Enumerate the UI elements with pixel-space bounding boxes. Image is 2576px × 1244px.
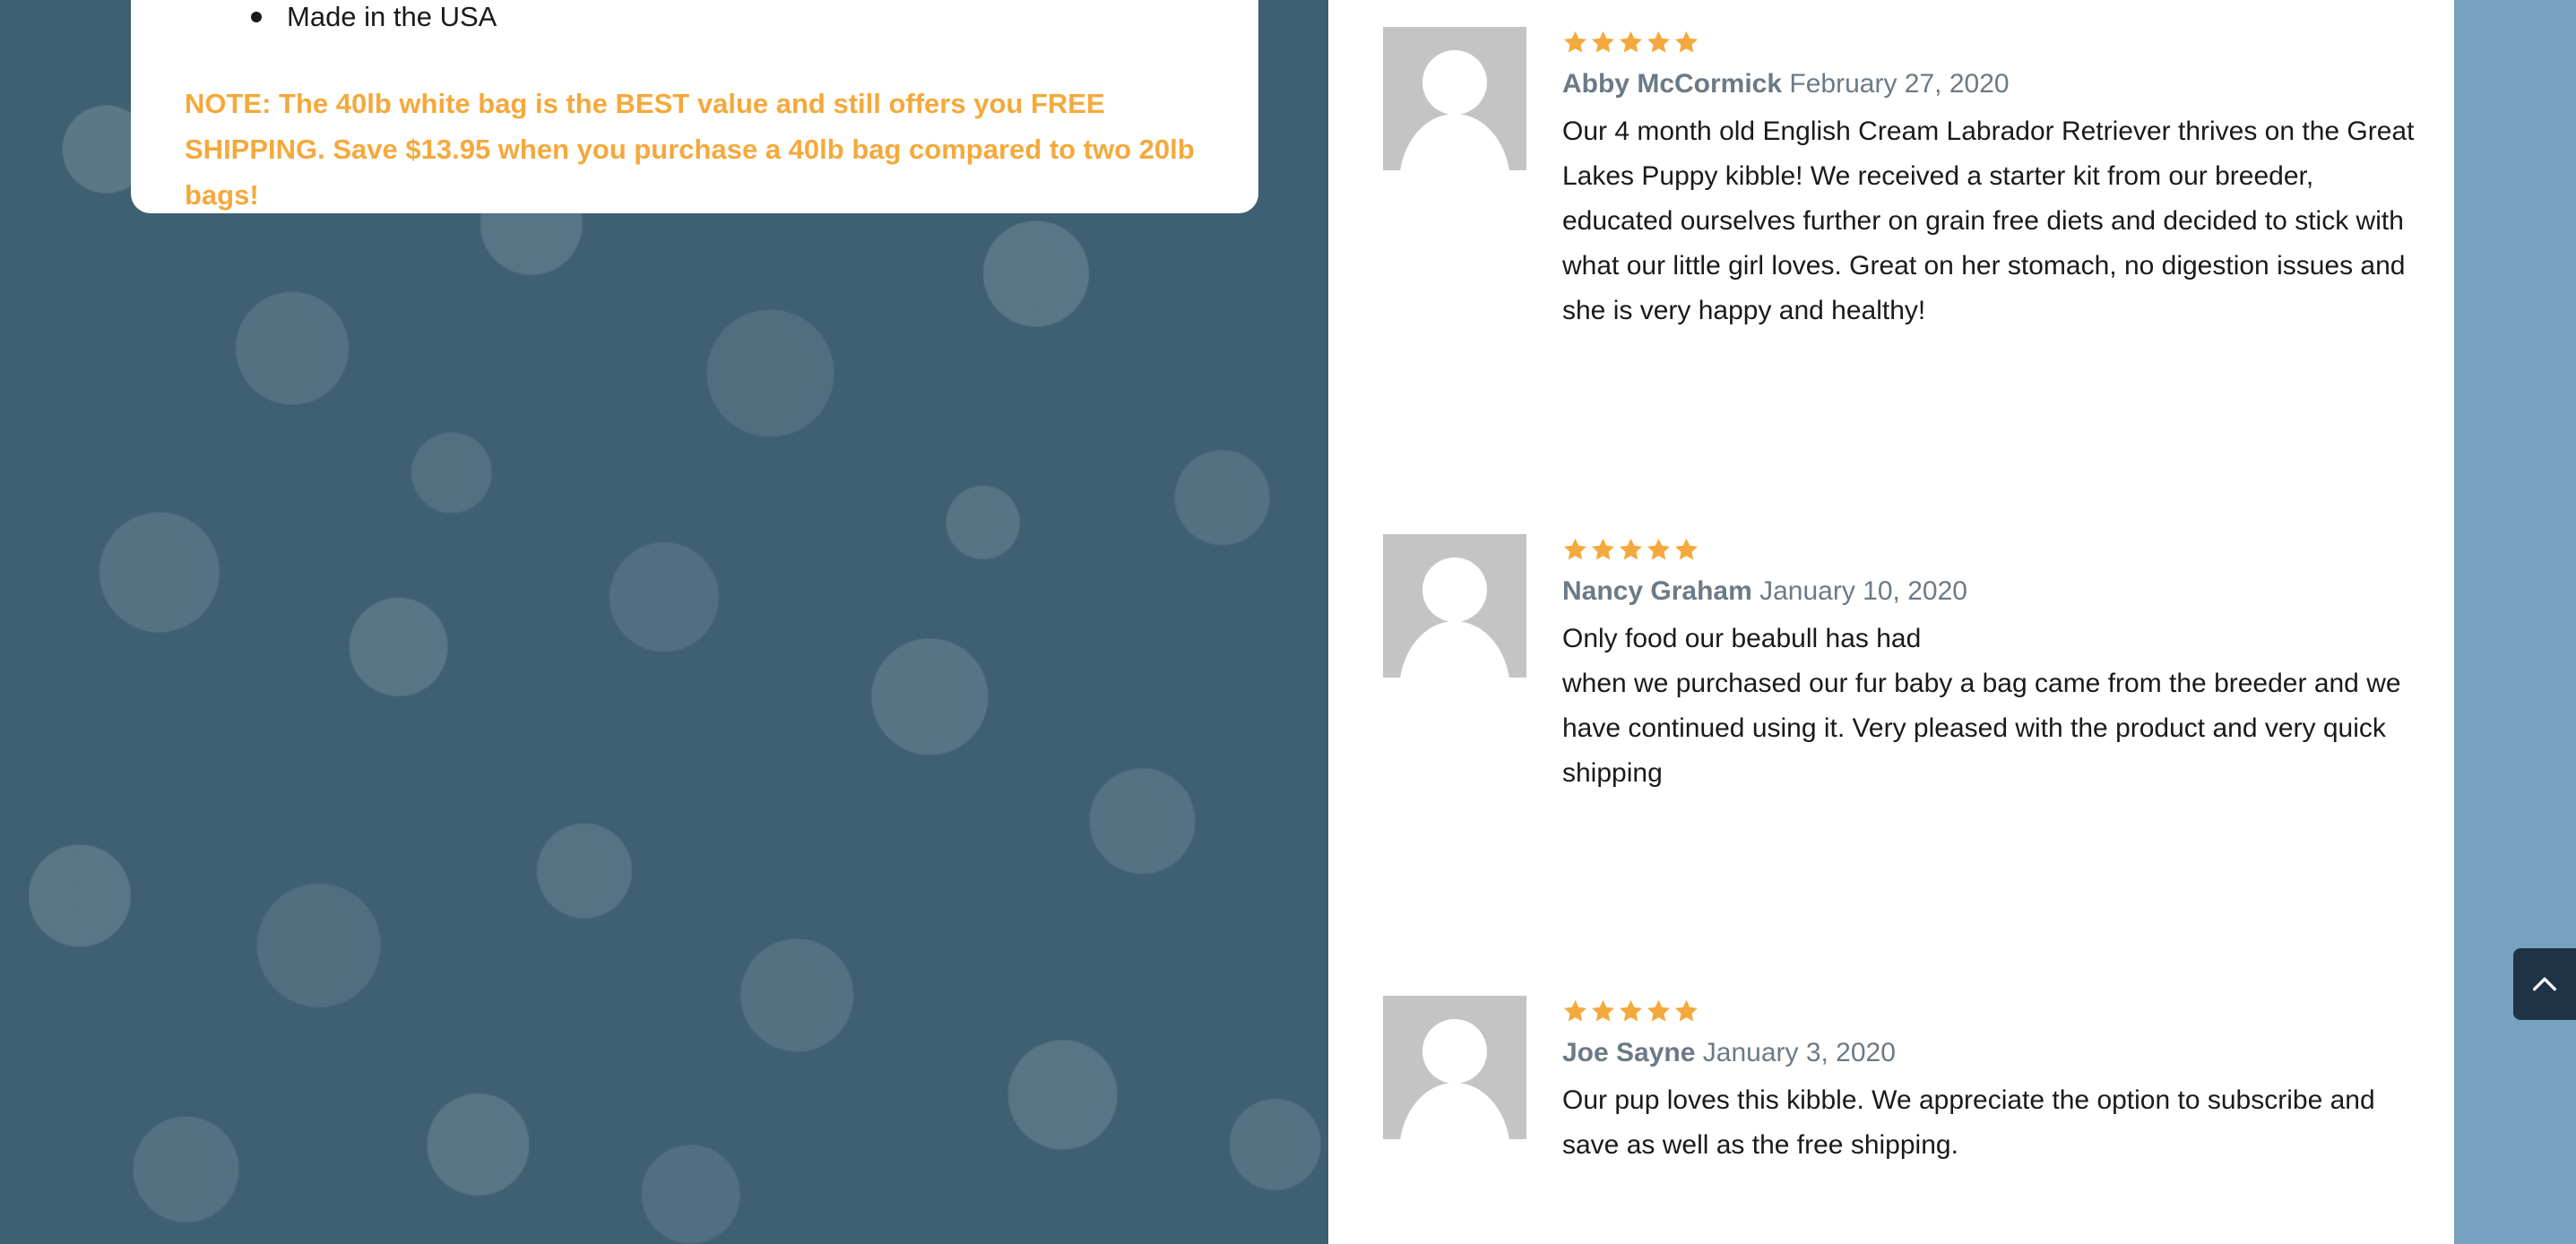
review-text: Our pup loves this kibble. We appreciate…	[1562, 1085, 2375, 1160]
review-meta: Abby McCormick February 27, 2020	[1562, 66, 2423, 102]
feature-text: Made in the USA	[287, 1, 497, 32]
star-icon	[1564, 538, 1586, 559]
review-meta: Nancy Graham January 10, 2020	[1562, 574, 2423, 609]
star-icon	[1647, 30, 1670, 52]
star-rating	[1562, 534, 2423, 565]
chevron-up-icon	[2532, 977, 2557, 991]
star-rating	[1562, 27, 2423, 57]
review-text-body: when we purchased our fur baby a bag cam…	[1562, 669, 2401, 788]
star-icon	[1620, 538, 1642, 559]
star-rating	[1562, 996, 2423, 1026]
star-icon	[1675, 999, 1698, 1021]
review-author: Abby McCormick	[1562, 69, 1783, 99]
avatar	[1383, 27, 1526, 170]
star-icon	[1592, 30, 1614, 52]
review-text: Our 4 month old English Cream Labrador R…	[1562, 117, 2415, 325]
review-body: Abby McCormick February 27, 2020 Our 4 m…	[1562, 27, 2423, 333]
review-text: Only food our beabull has had when we pu…	[1562, 617, 2423, 796]
back-to-top-button[interactable]	[2513, 948, 2576, 1020]
star-icon	[1564, 30, 1586, 52]
review-author: Nancy Graham	[1562, 576, 1752, 606]
default-avatar-icon	[1400, 50, 1509, 170]
default-avatar-icon	[1400, 1019, 1509, 1139]
review-text-line: Only food our beabull has had	[1562, 624, 1922, 653]
star-icon	[1647, 999, 1670, 1021]
star-icon	[1647, 538, 1670, 559]
avatar	[1383, 534, 1526, 678]
star-icon	[1592, 999, 1614, 1021]
review-body: Nancy Graham January 10, 2020 Only food …	[1562, 534, 2423, 796]
star-icon	[1675, 538, 1698, 559]
avatar	[1383, 996, 1526, 1139]
star-icon	[1620, 999, 1642, 1021]
star-icon	[1564, 999, 1586, 1021]
review-body: Joe Sayne January 3, 2020 Our pup loves …	[1562, 996, 2423, 1168]
feature-list: Made in the USA	[213, 0, 497, 34]
product-details-card: Made in the USA NOTE: The 40lb white bag…	[131, 0, 1258, 213]
review-meta: Joe Sayne January 3, 2020	[1562, 1035, 2423, 1071]
shipping-note: NOTE: The 40lb white bag is the BEST val…	[185, 88, 1195, 211]
review-author: Joe Sayne	[1562, 1038, 1696, 1067]
review-date: January 10, 2020	[1759, 576, 1967, 606]
review-date: January 3, 2020	[1702, 1038, 1896, 1067]
review-date: February 27, 2020	[1789, 69, 2010, 99]
star-icon	[1620, 30, 1642, 52]
feature-item: Made in the USA	[251, 0, 497, 34]
bullet-icon	[251, 12, 262, 22]
right-decorative-strip	[2454, 0, 2576, 1244]
star-icon	[1675, 30, 1698, 52]
star-icon	[1592, 538, 1614, 559]
default-avatar-icon	[1400, 557, 1509, 678]
